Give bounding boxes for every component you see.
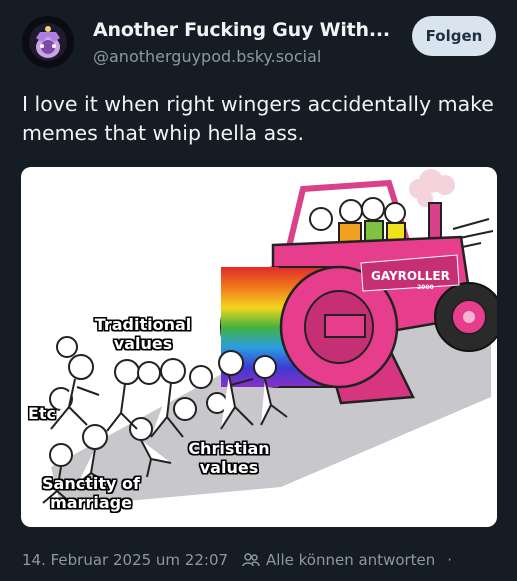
people-icon: [242, 553, 260, 567]
post-timestamp[interactable]: 14. Februar 2025 um 22:07: [22, 551, 228, 569]
roller-logo-text: GAYROLLER: [371, 269, 450, 283]
author-name[interactable]: Another Fucking Guy With...: [93, 19, 390, 41]
follow-button[interactable]: Folgen: [412, 16, 496, 56]
post-image[interactable]: GAYROLLER 2000 Traditional values Etc Ch…: [21, 167, 497, 527]
label-traditional-values: Traditional values: [94, 315, 192, 353]
label-christian-values: Christian values: [188, 439, 270, 477]
post-footer: 14. Februar 2025 um 22:07 Alle können an…: [22, 550, 452, 570]
author-handle[interactable]: @anotherguypod.bsky.social: [93, 47, 321, 66]
post-text: I love it when right wingers accidentall…: [22, 92, 494, 145]
more-dot: ·: [447, 551, 453, 569]
avatar-icon: [22, 16, 74, 68]
post-header: Another Fucking Guy With... @anotherguyp…: [0, 0, 517, 82]
roller-year-text: 2000: [417, 284, 434, 291]
reply-setting[interactable]: Alle können antworten: [266, 551, 435, 569]
author-avatar[interactable]: [22, 16, 74, 68]
label-etc: Etc: [27, 404, 57, 423]
label-sanctity-of-marriage: Sanctity of marriage: [42, 474, 140, 512]
smoke-puff: [409, 169, 455, 207]
